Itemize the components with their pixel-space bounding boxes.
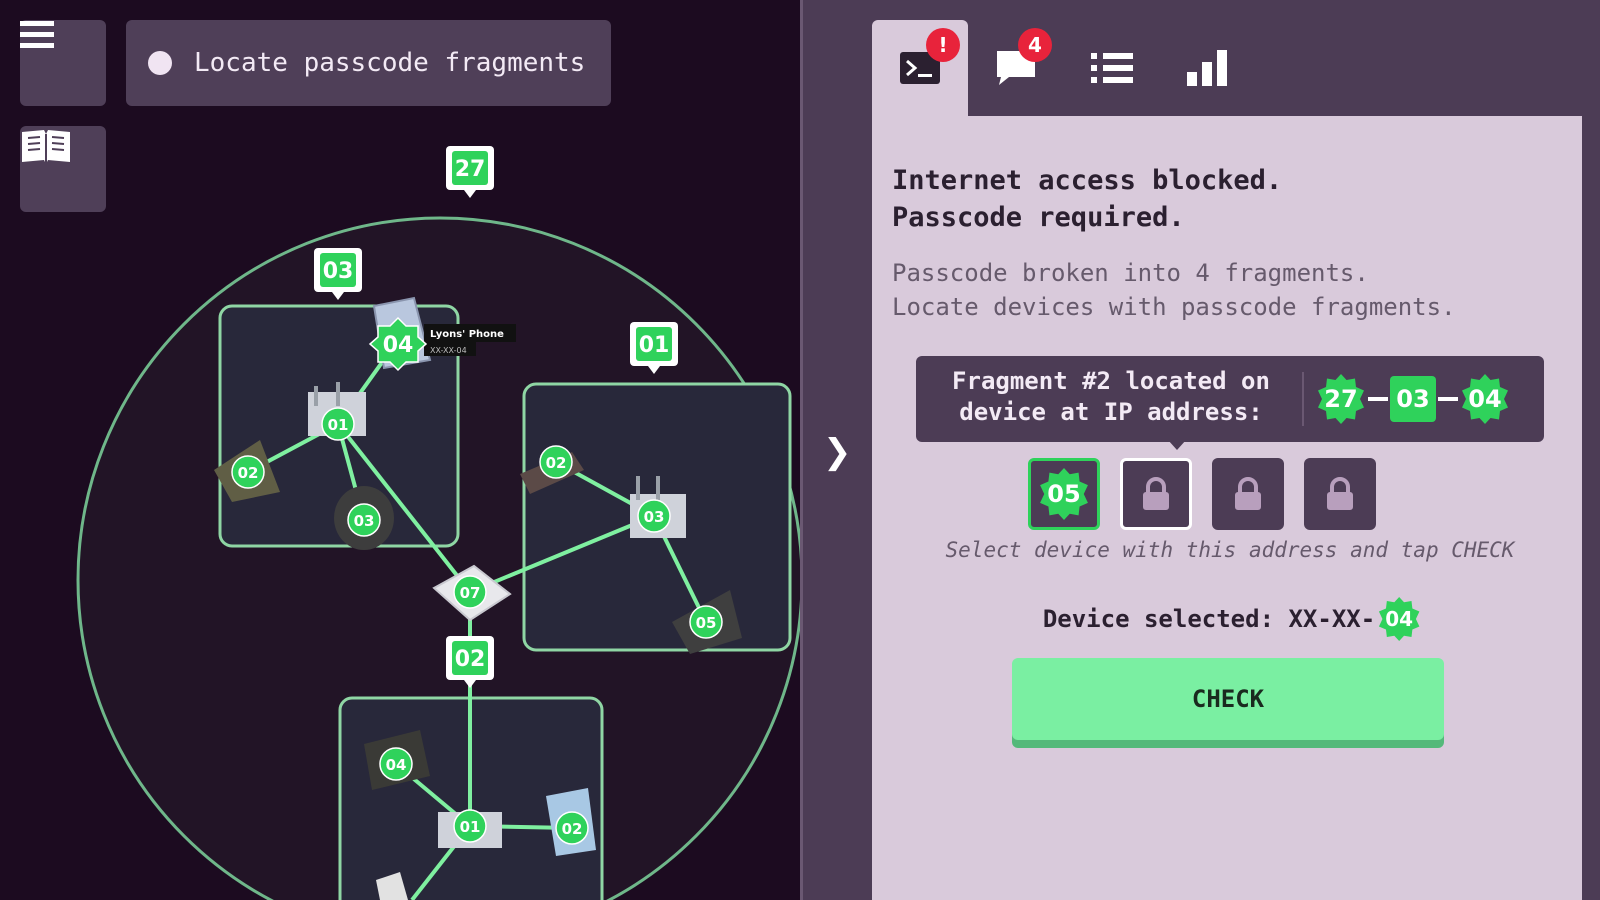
- device-badge-04: 04: [368, 316, 428, 372]
- passcode-slot-4[interactable]: [1304, 458, 1376, 530]
- device-selected: Device selected: XX-XX- 04: [982, 594, 1482, 644]
- svg-text:07: 07: [460, 584, 481, 602]
- list-icon: [1091, 53, 1133, 83]
- manual-button[interactable]: [20, 126, 106, 212]
- network-map-canvas: Lyons' Phone XX-XX-04 04 01 02 03 07 02 …: [76, 146, 800, 900]
- svg-text:XX-XX-04: XX-XX-04: [430, 346, 467, 355]
- objective-text: Locate passcode fragments: [194, 48, 586, 78]
- terminal-info: Passcode broken into 4 fragments. Locate…: [892, 256, 1456, 324]
- tab-list[interactable]: [1064, 20, 1160, 116]
- lock-icon: [1143, 477, 1169, 510]
- panel-divider: ❯: [800, 0, 872, 900]
- network-map[interactable]: Lyons' Phone XX-XX-04 04 01 02 03 07 02 …: [0, 0, 800, 900]
- svg-text:04: 04: [386, 756, 407, 774]
- svg-text:01: 01: [639, 333, 670, 358]
- terminal-heading: Internet access blocked. Passcode requir…: [892, 162, 1282, 236]
- terminal-line: Internet access blocked.: [892, 165, 1283, 196]
- svg-text:02: 02: [562, 820, 583, 838]
- terminal-line: Passcode required.: [892, 202, 1185, 233]
- passcode-slot-3[interactable]: [1212, 458, 1284, 530]
- svg-text:02: 02: [546, 454, 567, 472]
- menu-icon: [20, 21, 54, 48]
- device-badge-03: 03: [347, 503, 381, 537]
- fragment-info-box: Fragment #2 located on device at IP addr…: [916, 356, 1544, 450]
- chevron-right-icon[interactable]: ❯: [823, 432, 852, 472]
- objective-status-dot: [148, 51, 172, 75]
- tab-terminal[interactable]: !: [872, 20, 968, 116]
- lock-icon: [1235, 477, 1261, 510]
- device-badge-02: 02: [555, 811, 589, 845]
- objective-bar[interactable]: Locate passcode fragments: [126, 20, 611, 106]
- passcode-fragment-value: 05: [1040, 468, 1088, 520]
- device-badge-05: 05: [689, 605, 723, 639]
- device-badge-01: 01: [453, 809, 487, 843]
- tab-badge: !: [926, 28, 960, 62]
- device-selected-value: 04: [1378, 597, 1420, 641]
- divider: [1302, 372, 1304, 426]
- device-selected-label: Device selected: XX-XX-: [1042, 605, 1376, 633]
- fragment-label: Fragment #2 located on device at IP addr…: [936, 366, 1286, 428]
- svg-text:03: 03: [354, 512, 375, 530]
- terminal-info-line: Passcode broken into 4 fragments.: [892, 259, 1369, 287]
- svg-text:27: 27: [455, 157, 486, 182]
- lock-icon: [1327, 477, 1353, 510]
- terminal-info-line: Locate devices with passcode fragments.: [892, 293, 1456, 321]
- ip-separator: [1368, 397, 1388, 401]
- panel-tabs: ! 4: [872, 20, 1600, 116]
- svg-text:02: 02: [238, 464, 259, 482]
- tab-badge: 4: [1018, 28, 1052, 62]
- ip-separator: [1438, 397, 1458, 401]
- passcode-slot-1[interactable]: 05: [1028, 458, 1100, 530]
- device-badge-02: 02: [539, 445, 573, 479]
- svg-text:05: 05: [696, 614, 717, 632]
- svg-text:01: 01: [460, 818, 481, 836]
- tab-stats[interactable]: [1160, 20, 1256, 116]
- passcode-slot-2[interactable]: [1120, 458, 1192, 530]
- device-badge-02: 02: [231, 455, 265, 489]
- book-icon: [22, 130, 70, 164]
- menu-button[interactable]: [20, 20, 106, 106]
- device-badge-01: 01: [321, 407, 355, 441]
- bar-chart-icon: [1187, 50, 1227, 86]
- fragment-label-line: device at IP address:: [959, 398, 1263, 426]
- ip-part-1: 27: [1318, 374, 1364, 424]
- svg-text:02: 02: [455, 647, 486, 672]
- device-badge-04: 04: [379, 747, 413, 781]
- ip-address: 27 03 04: [1316, 374, 1510, 424]
- terminal-panel: Internet access blocked. Passcode requir…: [872, 116, 1582, 900]
- hint-text: Select device with this address and tap …: [945, 538, 1515, 562]
- svg-text:01: 01: [328, 416, 349, 434]
- svg-text:Lyons' Phone: Lyons' Phone: [430, 329, 504, 340]
- ip-part-2: 03: [1390, 376, 1436, 422]
- ip-part-3: 04: [1462, 374, 1508, 424]
- svg-text:03: 03: [644, 508, 665, 526]
- device-badge-03: 03: [637, 499, 671, 533]
- fragment-pointer: [1168, 440, 1186, 450]
- tab-messages[interactable]: 4: [968, 20, 1064, 116]
- fragment-label-line: Fragment #2 located on: [952, 367, 1270, 395]
- svg-text:04: 04: [383, 333, 414, 358]
- device-badge-07: 07: [453, 575, 487, 609]
- check-button[interactable]: CHECK: [1012, 658, 1444, 740]
- svg-text:03: 03: [323, 259, 354, 284]
- network-tag-27: 27: [446, 146, 494, 198]
